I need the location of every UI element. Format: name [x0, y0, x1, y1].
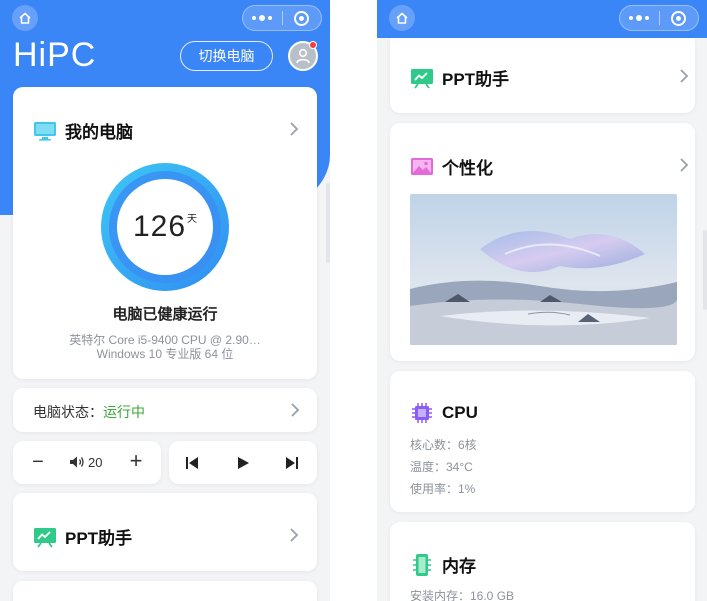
memory-card[interactable]: 内存 安装内存：16.0 GB	[390, 522, 695, 601]
volume-icon	[70, 456, 84, 468]
switch-pc-button[interactable]: 切换电脑	[180, 41, 273, 71]
more-button[interactable]	[620, 6, 659, 30]
cpu-name: 英特尔 Core i5-9400 CPU @ 2.90…	[69, 333, 261, 347]
side-edge	[326, 183, 330, 263]
personalize-title: 个性化	[442, 159, 493, 178]
ppt-title: PPT助手	[65, 529, 133, 548]
chevron-right-icon	[288, 401, 302, 419]
chevron-right-icon	[287, 120, 301, 138]
presentation-icon	[33, 526, 57, 548]
more-button[interactable]	[243, 6, 282, 30]
more-dots-icon	[252, 15, 273, 21]
cpu-card[interactable]: CPU 核心数：6核 温度：34°C 使用率：1%	[390, 371, 695, 512]
chevron-right-icon	[677, 67, 691, 85]
more-dots-icon	[629, 15, 650, 21]
health-text: 电脑已健康运行	[112, 306, 218, 323]
chevron-right-icon	[287, 526, 301, 544]
next-track-button[interactable]	[283, 454, 301, 472]
volume-level: 20	[69, 452, 102, 472]
uptime-unit: 天	[187, 214, 198, 225]
next-card-partial	[13, 581, 317, 601]
home-button[interactable]	[389, 5, 415, 31]
chip-icon	[410, 401, 434, 425]
ppt-title: PPT助手	[442, 70, 510, 89]
chevron-right-icon	[677, 156, 691, 174]
cpu-usage: 使用率：1%	[410, 482, 476, 496]
app-logo: HiPC	[13, 36, 97, 74]
mini-program-capsule	[619, 5, 699, 31]
left-screen: HiPC 切换电脑 我的电脑 126 天 电脑已健康运行 英特尔 Core i5…	[0, 0, 330, 601]
play-button[interactable]	[234, 454, 252, 472]
target-icon	[294, 10, 310, 26]
side-edge	[703, 230, 707, 310]
image-icon	[410, 156, 434, 178]
cpu-temperature: 温度：34°C	[410, 460, 473, 474]
volume-card: − 20 +	[13, 441, 161, 484]
mini-program-capsule	[242, 5, 322, 31]
status-value: 运行中	[103, 404, 145, 420]
prev-track-icon	[186, 457, 198, 469]
home-icon	[396, 12, 408, 24]
target-icon	[671, 10, 687, 26]
presentation-icon	[410, 67, 434, 89]
memory-title: 内存	[442, 557, 476, 576]
home-icon	[19, 12, 31, 24]
play-icon	[237, 457, 249, 469]
my-pc-card[interactable]: 我的电脑 126 天 电脑已健康运行 英特尔 Core i5-9400 CPU …	[13, 87, 317, 379]
next-track-icon	[286, 457, 298, 469]
media-control-card	[169, 441, 317, 484]
uptime-value: 126	[132, 210, 187, 243]
prev-track-button[interactable]	[183, 454, 201, 472]
home-button[interactable]	[12, 5, 38, 31]
notification-dot	[309, 41, 317, 49]
my-pc-title: 我的电脑	[65, 123, 133, 142]
right-screen: PPT助手 个性化 CPU 核心数：6核 温度：34°C 使用率：1% 内存 安…	[377, 0, 707, 601]
cpu-title: CPU	[442, 403, 478, 422]
volume-value: 20	[88, 454, 103, 470]
user-icon	[296, 48, 310, 64]
ppt-assistant-card[interactable]: PPT助手	[390, 38, 695, 113]
cpu-cores: 核心数：6核	[410, 438, 477, 452]
monitor-icon	[33, 120, 57, 142]
wallpaper-preview[interactable]	[410, 194, 677, 345]
close-button[interactable]	[283, 6, 322, 30]
memory-installed: 安装内存：16.0 GB	[410, 589, 515, 601]
volume-down-button[interactable]: −	[27, 451, 49, 473]
close-button[interactable]	[660, 6, 699, 30]
personalize-card[interactable]: 个性化	[390, 123, 695, 361]
os-name: Windows 10 专业版 64 位	[96, 347, 234, 361]
pc-status-card[interactable]: 电脑状态：运行中	[13, 388, 317, 432]
uptime-ring: 126 天	[100, 162, 230, 292]
volume-up-button[interactable]: +	[125, 448, 147, 473]
memory-icon	[410, 553, 434, 577]
status-label: 电脑状态：	[33, 404, 103, 420]
ppt-assistant-card[interactable]: PPT助手	[13, 493, 317, 571]
